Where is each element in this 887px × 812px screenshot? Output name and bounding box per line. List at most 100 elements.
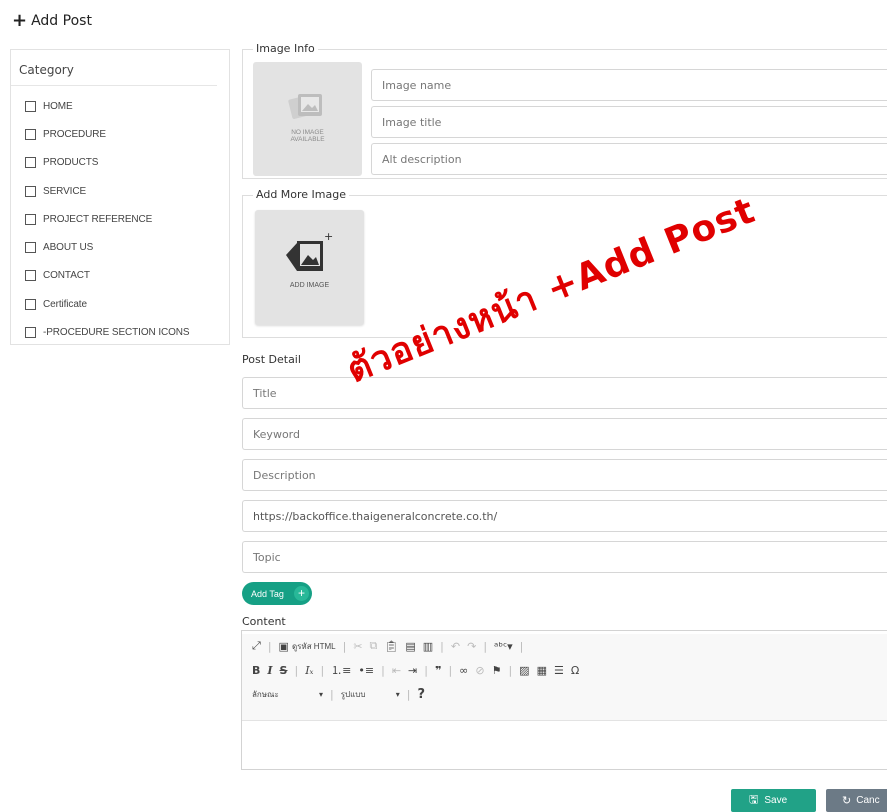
save-icon: 🖫︎ xyxy=(749,794,759,806)
bulleted-list-icon[interactable]: •≡ xyxy=(358,664,374,677)
category-label: PRODUCTS xyxy=(43,157,99,169)
category-item[interactable]: ABOUT US xyxy=(25,233,229,261)
save-label: Save xyxy=(764,795,788,806)
alt-description-input[interactable]: Alt description xyxy=(371,143,887,175)
special-char-icon[interactable]: Ω xyxy=(571,664,579,677)
title-input[interactable]: Title xyxy=(242,377,887,409)
redo-icon[interactable]: ↷ xyxy=(467,640,476,653)
spellcheck-icon[interactable]: ᵃᵇᶜ▾ xyxy=(494,640,513,653)
checkbox[interactable] xyxy=(25,213,36,225)
paste-text-icon[interactable]: ▤ xyxy=(405,640,415,653)
image-title-input[interactable]: Image title xyxy=(371,106,887,138)
category-heading: Category xyxy=(11,50,217,86)
toolbar-row-2: B I S | Iₓ | ⒈≡ •≡ | ⇤ ⇥ | ❞ | ∞ ⊘ ⚑ | ▨… xyxy=(252,662,580,678)
content-heading: Content xyxy=(242,615,286,628)
add-tag-label: Add Tag xyxy=(251,588,284,599)
bold-icon[interactable]: B xyxy=(252,664,260,677)
category-item[interactable]: CONTACT xyxy=(25,262,229,290)
category-item[interactable]: PRODUCTS xyxy=(25,149,229,177)
refresh-icon: ↻ xyxy=(842,795,852,807)
category-label: -PROCEDURE SECTION ICONS xyxy=(43,327,190,339)
topic-input[interactable]: Topic xyxy=(242,541,887,573)
style-combo-arrow[interactable]: ▾ xyxy=(396,690,400,699)
page-title: + Add Post xyxy=(12,10,92,31)
add-more-image-legend: Add More Image xyxy=(253,188,350,201)
maximize-icon[interactable]: ⤢ xyxy=(252,639,261,653)
category-item[interactable]: HOME xyxy=(25,92,229,120)
category-item[interactable]: Certificate xyxy=(25,290,229,318)
checkbox[interactable] xyxy=(25,327,36,339)
add-image-icon: + xyxy=(286,230,333,271)
checkbox[interactable] xyxy=(25,298,36,310)
category-label: PROCEDURE xyxy=(43,128,106,140)
checkbox[interactable] xyxy=(25,100,36,112)
italic-icon[interactable]: I xyxy=(267,664,272,677)
add-tag-button[interactable]: Add Tag + xyxy=(242,582,312,605)
no-image-icon xyxy=(288,94,322,119)
image-preview[interactable]: NO IMAGE AVAILABLE xyxy=(253,62,362,176)
cancel-label: Canc xyxy=(856,795,880,806)
category-label: CONTACT xyxy=(43,270,90,282)
checkbox[interactable] xyxy=(25,128,36,140)
editor-body[interactable] xyxy=(242,721,887,773)
anchor-icon[interactable]: ⚑ xyxy=(492,664,502,677)
image-icon[interactable]: ▨ xyxy=(519,664,529,677)
image-info-legend: Image Info xyxy=(253,42,318,55)
category-item[interactable]: PROJECT REFERENCE xyxy=(25,205,229,233)
category-label: Certificate xyxy=(43,298,87,310)
description-input[interactable]: Description xyxy=(242,459,887,491)
no-image-text: NO IMAGE AVAILABLE xyxy=(253,129,362,143)
numbered-list-icon[interactable]: ⒈≡ xyxy=(331,662,351,678)
category-item[interactable]: PROCEDURE xyxy=(25,120,229,148)
link-icon[interactable]: ∞ xyxy=(459,664,468,677)
url-input[interactable]: https://backoffice.thaigeneralconcrete.c… xyxy=(242,500,887,532)
paste-icon[interactable]: 📋︎ xyxy=(384,640,398,653)
style-combo[interactable]: รูปแบบ xyxy=(341,688,389,701)
strike-icon[interactable]: S xyxy=(280,664,288,677)
category-label: HOME xyxy=(43,100,73,112)
editor-toolbar: ⤢ | ▣ ดูรหัส HTML | ✂ ⧉ 📋︎ ▤ ▥ | ↶ ↷ | ᵃ… xyxy=(242,634,887,721)
unlink-icon[interactable]: ⊘ xyxy=(475,664,484,677)
table-icon[interactable]: ▦ xyxy=(537,664,547,677)
save-button[interactable]: 🖫︎ Save xyxy=(731,789,816,812)
format-combo-arrow[interactable]: ▾ xyxy=(319,690,323,699)
source-button[interactable]: ดูรหัส HTML xyxy=(292,640,336,653)
svg-text:+: + xyxy=(324,230,333,243)
cancel-button[interactable]: ↻ Canc xyxy=(826,789,887,812)
category-list: HOME PROCEDURE PRODUCTS SERVICE PROJECT … xyxy=(11,86,229,347)
format-combo[interactable]: ลักษณะ xyxy=(252,688,312,701)
blockquote-icon[interactable]: ❞ xyxy=(435,664,441,677)
plus-circle-icon: + xyxy=(294,586,309,601)
indent-icon[interactable]: ⇥ xyxy=(408,664,417,677)
category-item[interactable]: -PROCEDURE SECTION ICONS xyxy=(25,318,229,346)
page-title-text: Add Post xyxy=(31,13,92,29)
cut-icon[interactable]: ✂ xyxy=(353,640,362,653)
category-item[interactable]: SERVICE xyxy=(25,177,229,205)
copy-icon[interactable]: ⧉ xyxy=(370,639,378,653)
add-image-button[interactable]: + ADD IMAGE xyxy=(255,210,364,325)
category-panel: Category HOME PROCEDURE PRODUCTS SERVICE… xyxy=(10,49,230,345)
horizontal-line-icon[interactable]: ☰ xyxy=(554,664,564,677)
outdent-icon[interactable]: ⇤ xyxy=(392,664,401,677)
category-label: SERVICE xyxy=(43,185,87,197)
category-label: PROJECT REFERENCE xyxy=(43,213,153,225)
toolbar-row-3: ลักษณะ ▾ | รูปแบบ ▾ | ? xyxy=(252,686,426,702)
toolbar-row-1: ⤢ | ▣ ดูรหัส HTML | ✂ ⧉ 📋︎ ▤ ▥ | ↶ ↷ | ᵃ… xyxy=(252,639,524,653)
checkbox[interactable] xyxy=(25,270,36,282)
remove-format-icon[interactable]: Iₓ xyxy=(305,664,313,677)
checkbox[interactable] xyxy=(25,185,36,197)
no-image-line1: NO IMAGE xyxy=(291,129,324,136)
paste-word-icon[interactable]: ▥ xyxy=(423,640,433,653)
category-label: ABOUT US xyxy=(43,242,94,254)
keyword-input[interactable]: Keyword xyxy=(242,418,887,450)
no-image-line2: AVAILABLE xyxy=(290,136,325,143)
checkbox[interactable] xyxy=(25,242,36,254)
undo-icon[interactable]: ↶ xyxy=(451,640,460,653)
content-editor: ⤢ | ▣ ดูรหัส HTML | ✂ ⧉ 📋︎ ▤ ▥ | ↶ ↷ | ᵃ… xyxy=(241,630,887,770)
image-name-input[interactable]: Image name xyxy=(371,69,887,101)
post-detail-heading: Post Detail xyxy=(242,353,301,366)
plus-icon: + xyxy=(12,10,28,31)
source-icon[interactable]: ▣ xyxy=(279,640,289,653)
help-icon[interactable]: ? xyxy=(417,687,425,702)
checkbox[interactable] xyxy=(25,157,36,169)
